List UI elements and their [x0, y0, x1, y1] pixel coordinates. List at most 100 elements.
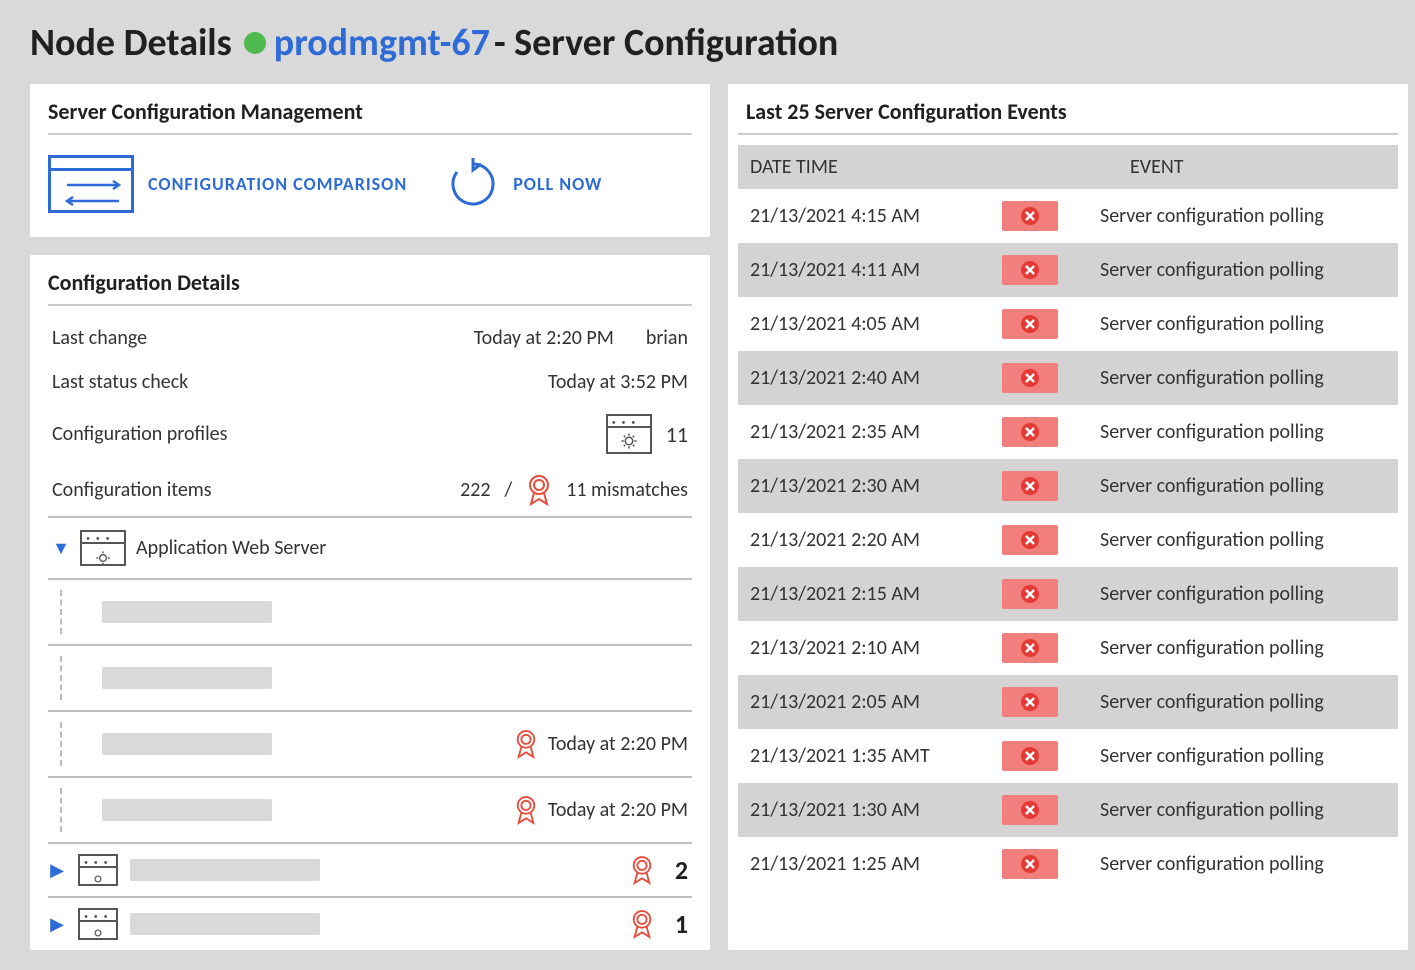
- event-row[interactable]: 21/13/2021 1:35 AMT Server configuration …: [738, 729, 1398, 783]
- event-datetime: 21/13/2021 2:35 AM: [750, 420, 990, 444]
- event-row[interactable]: 21/13/2021 2:35 AM Server configuration p…: [738, 405, 1398, 459]
- event-row[interactable]: 21/13/2021 4:15 AM Server configuration p…: [738, 189, 1398, 243]
- tree-child-time: Today at 2:20 PM: [548, 732, 688, 756]
- tree-child[interactable]: Today at 2:20 PM: [48, 776, 692, 842]
- event-datetime: 21/13/2021 4:15 AM: [750, 204, 990, 228]
- event-row[interactable]: 21/13/2021 2:05 AMServer configuration p…: [738, 675, 1398, 729]
- event-row[interactable]: 21/13/2021 4:05 AM Server configuration p…: [738, 297, 1398, 351]
- ribbon-icon: [514, 795, 538, 825]
- profiles-row: Configuration profiles • • • 11: [48, 404, 692, 464]
- error-icon: [1002, 795, 1058, 825]
- last-change-row: Last change Today at 2:20 PM brian: [48, 316, 692, 360]
- ribbon-icon: [630, 909, 654, 939]
- event-row[interactable]: 21/13/2021 2:15 AM Server configuration p…: [738, 567, 1398, 621]
- event-message: Server configuration polling: [1070, 258, 1386, 282]
- error-icon: [1002, 633, 1058, 663]
- event-datetime: 21/13/2021 2:40 AM: [750, 366, 990, 390]
- poll-label: POLL NOW: [513, 173, 602, 195]
- event-row[interactable]: 21/13/2021 2:20 AM Server configuration p…: [738, 513, 1398, 567]
- tree-sibling[interactable]: ▶• • •1: [48, 896, 692, 950]
- event-row[interactable]: 21/13/2021 4:11 AM Server configuration p…: [738, 243, 1398, 297]
- compare-label: CONFIGURATION COMPARISON: [148, 173, 407, 195]
- event-message: Server configuration polling: [1070, 636, 1386, 660]
- col-datetime: DATE TIME: [750, 155, 1050, 179]
- placeholder: [130, 913, 320, 935]
- error-icon: [1002, 525, 1058, 555]
- profiles-count: 11: [666, 421, 688, 448]
- profile-icon: • • •: [80, 530, 126, 566]
- tree-child[interactable]: [48, 578, 692, 644]
- last-status-row: Last status check Today at 3:52 PM: [48, 360, 692, 404]
- error-icon: [1002, 579, 1058, 609]
- management-title: Server Configuration Management: [48, 98, 692, 135]
- event-datetime: 21/13/2021 2:15 AM: [750, 582, 990, 606]
- details-title: Configuration Details: [48, 269, 692, 306]
- event-datetime: 21/13/2021 2:30 AM: [750, 474, 990, 498]
- chevron-right-icon[interactable]: ▶: [48, 913, 66, 935]
- items-label: Configuration items: [52, 478, 446, 502]
- tree-sibling[interactable]: ▶ • • • 2: [48, 842, 692, 896]
- events-title: Last 25 Server Configuration Events: [738, 98, 1398, 135]
- event-message: Server configuration polling: [1070, 420, 1386, 444]
- profile-icon: • • •: [78, 908, 118, 940]
- poll-now-button[interactable]: POLL NOW: [447, 158, 602, 210]
- event-row[interactable]: 21/13/2021 2:10 AM Server configuration p…: [738, 621, 1398, 675]
- error-icon: [1002, 363, 1058, 393]
- error-icon: [1002, 201, 1058, 231]
- refresh-icon: [447, 158, 499, 210]
- event-message: Server configuration polling: [1070, 204, 1386, 228]
- last-change-label: Last change: [52, 326, 460, 350]
- placeholder: [102, 799, 272, 821]
- tree-root[interactable]: ▼ • • • Application Web Server: [48, 516, 692, 578]
- event-row[interactable]: 21/13/2021 2:30 AMServer configuration p…: [738, 459, 1398, 513]
- placeholder: [130, 859, 320, 881]
- error-icon: [1002, 687, 1058, 717]
- items-total: 222: [460, 478, 490, 502]
- profile-icon: • • •: [78, 854, 118, 886]
- event-message: Server configuration polling: [1070, 852, 1386, 876]
- chevron-right-icon[interactable]: ▶: [48, 859, 66, 881]
- last-change-value: Today at 2:20 PM: [474, 326, 614, 350]
- indent-guide: [60, 590, 90, 634]
- event-message: Server configuration polling: [1070, 582, 1386, 606]
- items-row: Configuration items 222 / 11 mismatches: [48, 464, 692, 516]
- profile-icon: • • •: [606, 414, 652, 454]
- error-icon: [1002, 309, 1058, 339]
- col-event: EVENT: [1130, 155, 1386, 179]
- event-message: Server configuration polling: [1070, 744, 1386, 768]
- event-row[interactable]: 21/13/2021 2:40 AMServer configuration p…: [738, 351, 1398, 405]
- configuration-comparison-button[interactable]: CONFIGURATION COMPARISON: [48, 155, 407, 213]
- event-message: Server configuration polling: [1070, 312, 1386, 336]
- indent-guide: [60, 656, 90, 700]
- tree-sibling-count: 2: [664, 854, 688, 886]
- error-icon: [1002, 471, 1058, 501]
- chevron-down-icon[interactable]: ▼: [52, 537, 70, 559]
- tree-child[interactable]: Today at 2:20 PM: [48, 710, 692, 776]
- event-datetime: 21/13/2021 4:11 AM: [750, 258, 990, 282]
- items-mismatches: 11 mismatches: [566, 478, 688, 502]
- event-row[interactable]: 21/13/2021 1:25 AMServer configuration p…: [738, 837, 1398, 891]
- ribbon-icon: [526, 474, 552, 506]
- node-name[interactable]: prodmgmt-67: [244, 20, 490, 66]
- details-card: Configuration Details Last change Today …: [30, 255, 710, 950]
- event-datetime: 21/13/2021 2:10 AM: [750, 636, 990, 660]
- event-datetime: 21/13/2021 2:05 AM: [750, 690, 990, 714]
- placeholder: [102, 667, 272, 689]
- indent-guide: [60, 788, 90, 832]
- tree-child[interactable]: [48, 644, 692, 710]
- event-datetime: 21/13/2021 2:20 AM: [750, 528, 990, 552]
- last-change-user: brian: [646, 326, 688, 350]
- compare-icon: [48, 155, 134, 213]
- event-datetime: 21/13/2021 4:05 AM: [750, 312, 990, 336]
- indent-guide: [60, 722, 90, 766]
- error-icon: [1002, 417, 1058, 447]
- page-title-suffix: - Server Configuration: [494, 20, 838, 66]
- event-message: Server configuration polling: [1070, 528, 1386, 552]
- event-datetime: 21/13/2021 1:30 AM: [750, 798, 990, 822]
- page-title-prefix: Node Details: [30, 20, 232, 66]
- events-header: DATE TIME EVENT: [738, 145, 1398, 189]
- event-datetime: 21/13/2021 1:35 AMT: [750, 744, 990, 768]
- profiles-label: Configuration profiles: [52, 422, 592, 446]
- ribbon-icon: [514, 729, 538, 759]
- event-row[interactable]: 21/13/2021 1:30 AMServer configuration p…: [738, 783, 1398, 837]
